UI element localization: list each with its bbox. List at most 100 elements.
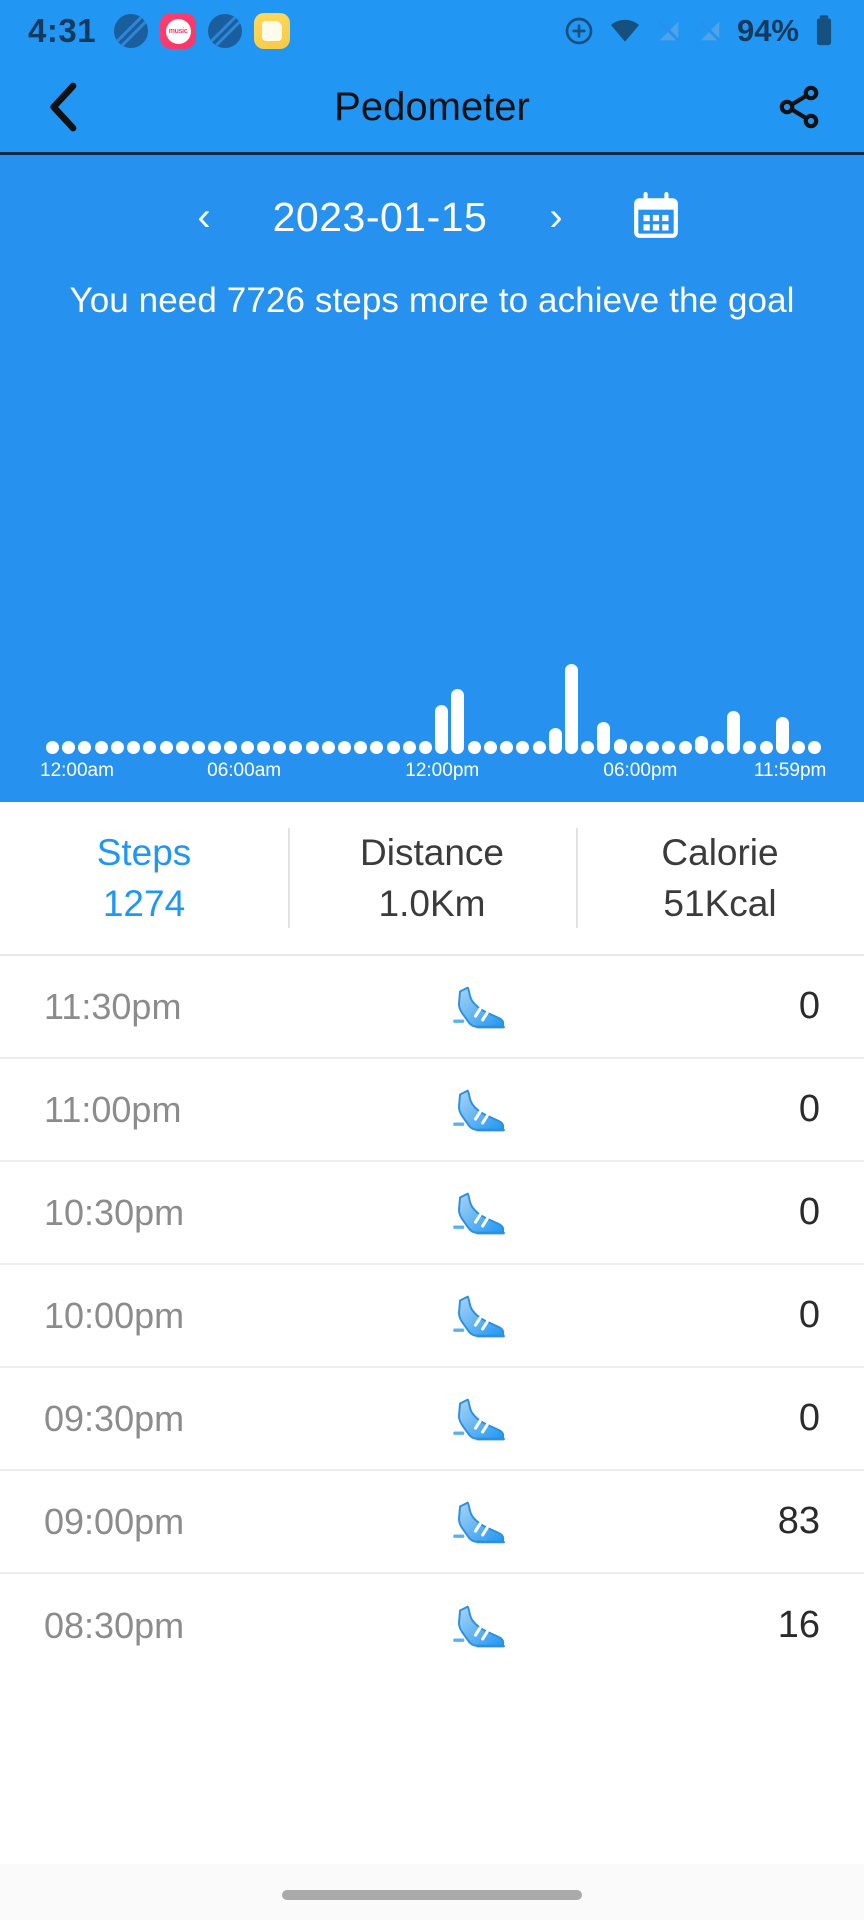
previous-day-button[interactable]: ‹	[181, 197, 227, 237]
chart-bar	[110, 741, 124, 754]
table-row[interactable]: 11:30pm 0	[0, 956, 864, 1059]
row-steps-value: 0	[798, 1397, 820, 1439]
chart-bar	[273, 741, 287, 754]
chart-bar	[451, 689, 465, 754]
summary-stats: Steps 1274 Distance 1.0Km Calorie 51Kcal	[0, 802, 864, 956]
chart-bar	[792, 741, 806, 754]
row-time: 11:30pm	[44, 985, 182, 1027]
shoe-icon	[453, 1605, 505, 1647]
row-time: 09:00pm	[44, 1500, 185, 1542]
chart-bar	[321, 741, 335, 754]
share-icon	[779, 85, 819, 129]
music-app-icon: music	[160, 13, 197, 49]
chart-bars	[46, 394, 822, 754]
chart-bar	[143, 741, 157, 754]
row-steps-value: 16	[777, 1604, 820, 1646]
chart-bar	[78, 741, 92, 754]
table-row[interactable]: 09:00pm 83	[0, 1471, 864, 1574]
chart-bar	[500, 741, 514, 754]
stat-distance-value: 1.0Km	[378, 882, 486, 924]
chart-x-axis-labels: 12:00am 06:00am 12:00pm 06:00pm 11:59pm	[40, 760, 826, 786]
chart-bar	[516, 741, 530, 754]
chart-bar	[289, 741, 303, 754]
row-steps-value: 83	[777, 1500, 820, 1542]
stat-calorie-label: Calorie	[661, 831, 779, 873]
status-bar-notification-icons: music	[114, 13, 291, 49]
chart-bar	[548, 728, 562, 754]
steps-bar-chart: 12:00am 06:00am 12:00pm 06:00pm 11:59pm	[0, 357, 864, 802]
table-row[interactable]: 10:00pm 0	[0, 1265, 864, 1368]
table-row[interactable]: 08:30pm 16	[0, 1574, 864, 1677]
chart-x-tick-label: 06:00pm	[603, 760, 678, 781]
chart-bar	[678, 741, 692, 754]
row-shoe-icon	[294, 1599, 670, 1653]
table-row[interactable]: 10:30pm 0	[0, 1162, 864, 1265]
chart-bar	[94, 741, 108, 754]
stat-calorie-value: 51Kcal	[663, 882, 777, 924]
chart-bar	[208, 741, 222, 754]
date-navigation: ‹ 2023-01-15 ›	[0, 181, 864, 253]
calendar-button[interactable]	[629, 190, 683, 244]
share-button[interactable]	[768, 76, 830, 138]
row-shoe-icon	[294, 1083, 670, 1137]
row-shoe-icon	[294, 1495, 670, 1549]
chart-bar	[710, 741, 724, 754]
row-time: 11:00pm	[44, 1088, 182, 1130]
goal-message: You need 7726 steps more to achieve the …	[69, 281, 795, 320]
row-time: 09:30pm	[44, 1397, 185, 1439]
chart-bar	[743, 741, 757, 754]
pedometer-screen: 4:31 music 94% Pedometer ‹ 2023-01-15 › …	[0, 0, 864, 1920]
shoe-icon	[453, 986, 505, 1028]
chart-bar	[240, 741, 254, 754]
page-title: Pedometer	[334, 84, 530, 129]
status-bar-system-icons: 94%	[563, 13, 836, 49]
hourly-steps-list: 11:30pm 0 11:00pm 0 10:30pm 0 10:00pm 0 …	[0, 956, 864, 1677]
chart-bar	[419, 741, 433, 754]
chart-bar	[467, 741, 481, 754]
battery-icon	[816, 15, 832, 46]
chart-bar	[581, 741, 595, 754]
selected-date[interactable]: 2023-01-15	[265, 194, 495, 241]
stat-steps-value: 1274	[102, 882, 186, 924]
table-row[interactable]: 11:00pm 0	[0, 1059, 864, 1162]
stat-steps: Steps 1274	[0, 802, 288, 954]
chart-x-tick-label: 12:00pm	[405, 760, 480, 781]
chart-bar	[224, 741, 238, 754]
chart-bar	[175, 741, 189, 754]
chart-x-tick-label: 11:59pm	[753, 760, 827, 781]
gesture-nav-area	[0, 1864, 864, 1920]
shoe-icon	[453, 1089, 505, 1131]
chart-x-tick-label: 12:00am	[40, 760, 114, 781]
chart-bar	[727, 711, 741, 754]
row-shoe-icon	[294, 1289, 670, 1343]
folder-app-icon	[254, 13, 291, 49]
chart-bar	[808, 741, 822, 754]
disc-icon	[114, 14, 149, 48]
status-bar: 4:31 music 94%	[0, 0, 864, 62]
calendar-icon	[634, 192, 678, 238]
row-shoe-icon	[294, 1392, 670, 1446]
chart-x-tick-label: 06:00am	[207, 760, 282, 781]
shoe-icon	[453, 1398, 505, 1440]
table-row[interactable]: 09:30pm 0	[0, 1368, 864, 1471]
chart-bar	[337, 741, 351, 754]
music-icon-label: music	[168, 27, 188, 35]
chart-bar	[532, 741, 546, 754]
chart-bar	[483, 741, 497, 754]
signal-off-icon	[657, 19, 681, 43]
battery-percentage: 94%	[736, 13, 799, 48]
status-bar-clock: 4:31	[28, 12, 97, 49]
alarm-add-icon	[565, 17, 593, 45]
home-indicator[interactable]	[282, 1890, 582, 1900]
next-day-button[interactable]: ›	[533, 197, 579, 237]
stat-steps-label: Steps	[96, 831, 192, 873]
chart-bar	[62, 741, 76, 754]
row-steps-value: 0	[798, 1088, 820, 1130]
chart-bar	[159, 741, 173, 754]
chart-bar	[629, 741, 643, 754]
chart-bar	[402, 741, 416, 754]
back-chevron-icon	[50, 82, 77, 132]
wifi-icon	[610, 19, 639, 42]
back-button[interactable]	[34, 76, 96, 138]
chart-bar	[46, 741, 59, 754]
